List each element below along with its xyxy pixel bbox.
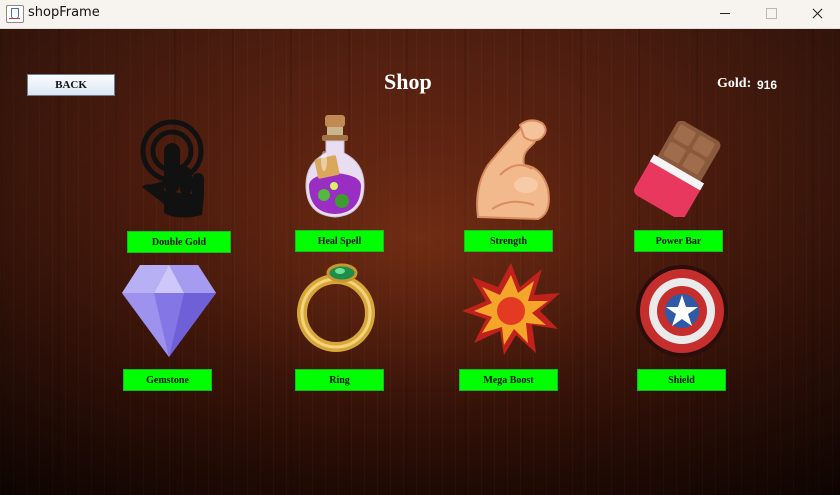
shield-button[interactable]: Shield <box>637 369 726 391</box>
hand-tap-icon <box>140 119 204 218</box>
page-title: Shop <box>384 69 432 94</box>
maximize-button[interactable] <box>748 0 794 28</box>
shop-panel: BACK Shop Gold: 916 Double Gold Heal Spe… <box>0 29 840 495</box>
heal-spell-button[interactable]: Heal Spell <box>295 230 384 252</box>
title-bar: shopFrame <box>0 0 840 29</box>
chocolate-bar-icon <box>634 121 721 217</box>
double-gold-button[interactable]: Double Gold <box>127 231 231 253</box>
window-title: shopFrame <box>28 5 100 20</box>
back-button[interactable]: BACK <box>27 74 115 96</box>
flexed-arm-icon <box>476 119 550 221</box>
mega-boost-button[interactable]: Mega Boost <box>459 369 558 391</box>
strength-button[interactable]: Strength <box>464 230 553 252</box>
shield-icon <box>636 265 728 357</box>
ring-button[interactable]: Ring <box>295 369 384 391</box>
java-app-icon <box>6 5 24 23</box>
potion-icon <box>305 115 365 218</box>
diamond-icon <box>122 265 216 357</box>
power-bar-button[interactable]: Power Bar <box>634 230 723 252</box>
gemstone-button[interactable]: Gemstone <box>123 369 212 391</box>
gold-value: 916 <box>757 78 778 92</box>
gold-label: Gold: <box>717 76 752 91</box>
close-button[interactable] <box>794 0 840 28</box>
explosion-icon <box>462 263 560 355</box>
minimize-button[interactable] <box>702 0 748 28</box>
ring-icon <box>297 263 375 352</box>
